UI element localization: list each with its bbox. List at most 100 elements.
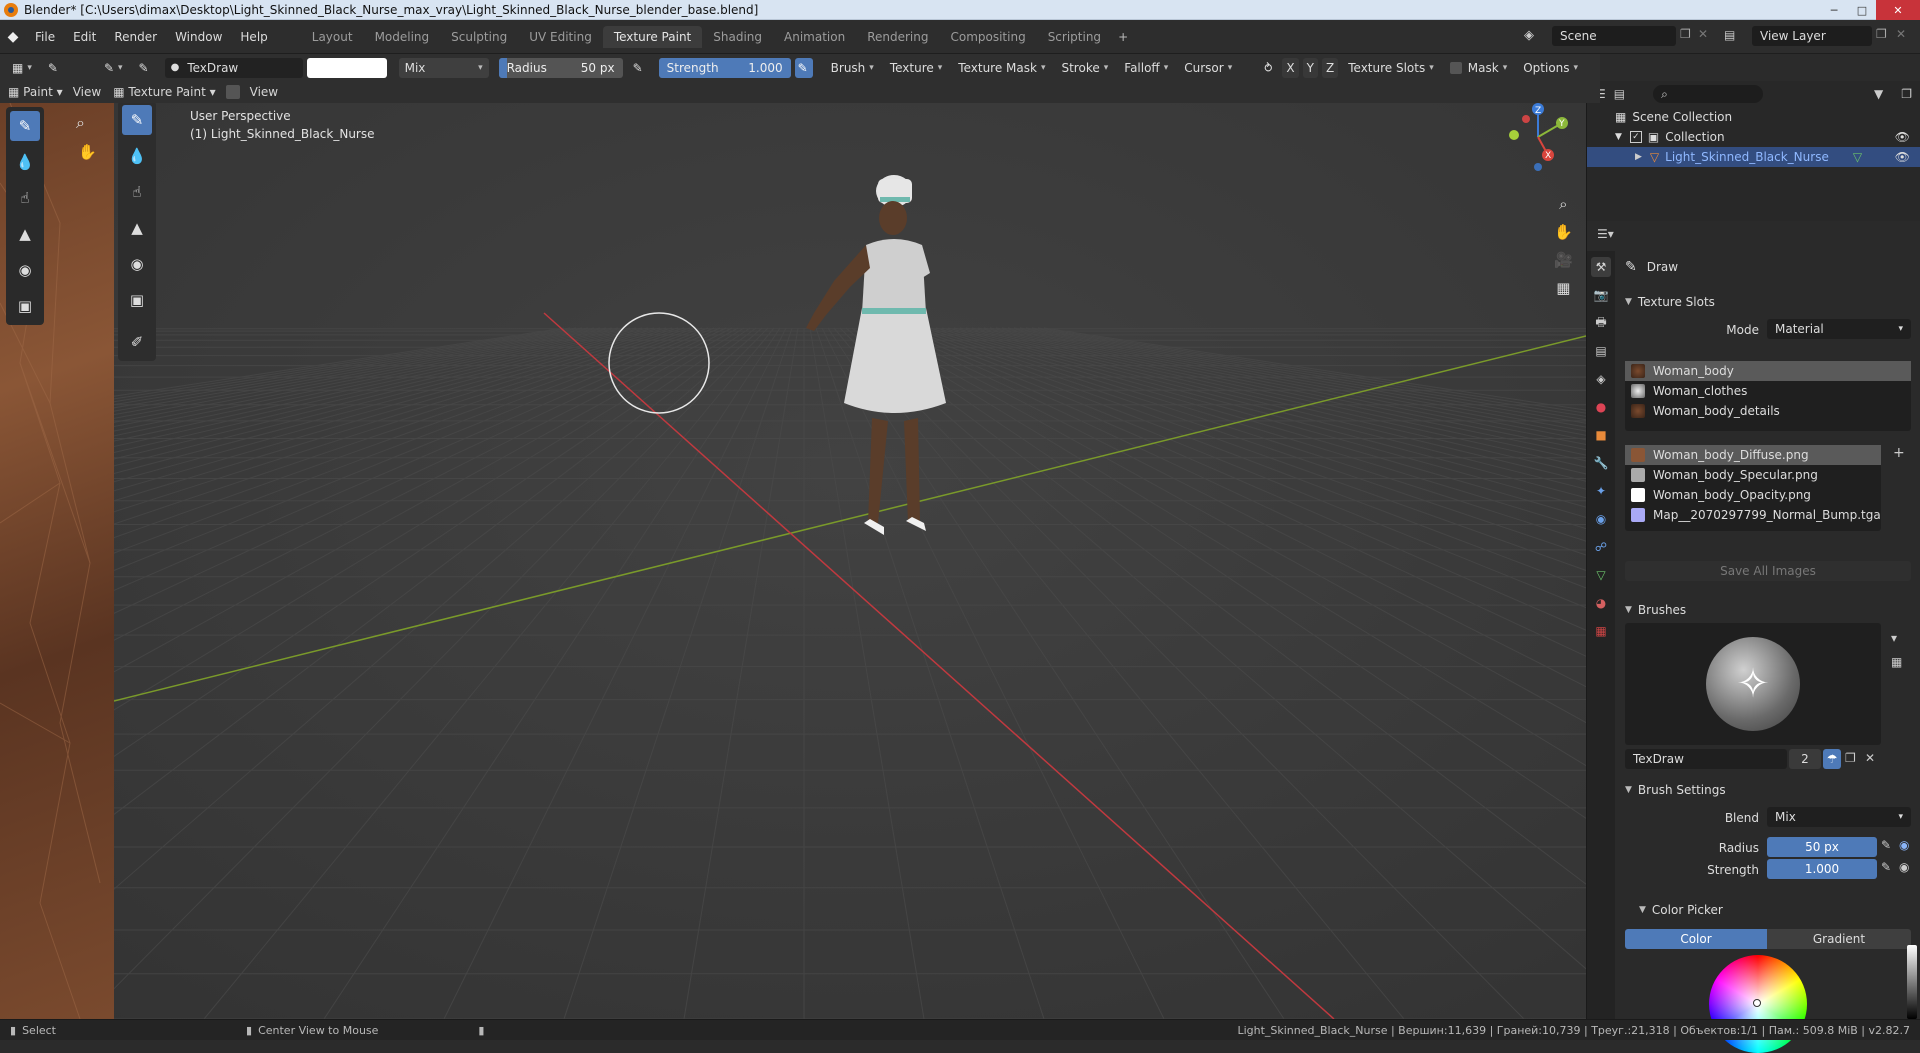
symmetry-x-toggle[interactable]: X [1282, 57, 1299, 78]
data-tab-icon[interactable]: ▽ [1591, 565, 1611, 585]
camera-icon[interactable]: 🎥 [1554, 251, 1573, 269]
value-slider[interactable] [1907, 945, 1917, 1019]
tab-texture-paint[interactable]: Texture Paint [602, 25, 703, 48]
add-image-slot-icon[interactable]: + [1893, 445, 1905, 461]
smear-tool-icon[interactable]: ☝ [122, 177, 152, 207]
radius-pressure-icon[interactable]: ✎ [1881, 838, 1891, 852]
scene-tab-icon[interactable]: ◈ [1591, 369, 1611, 389]
menu-render[interactable]: Render [105, 30, 166, 44]
outliner-collection[interactable]: ▼ ✓ ▣ Collection 👁 [1587, 127, 1920, 147]
menu-file[interactable]: File [26, 30, 64, 44]
symmetry-z-toggle[interactable]: Z [1322, 57, 1339, 78]
tab-modeling[interactable]: Modeling [364, 26, 441, 48]
brush-settings-panel-header[interactable]: ▼ Brush Settings [1617, 779, 1920, 801]
smear-tool-icon[interactable]: ☝ [10, 183, 40, 213]
menu-edit[interactable]: Edit [64, 30, 105, 44]
zoom-icon[interactable]: ⌕ [1559, 195, 1567, 213]
brush-users-count[interactable]: 2 [1789, 749, 1821, 769]
menu-stroke[interactable]: Stroke ▾ [1055, 58, 1114, 78]
menu-texture[interactable]: Texture ▾ [884, 58, 948, 78]
draw-tool-icon[interactable]: ✎ [10, 111, 40, 141]
strength-unified-icon[interactable]: ◉ [1899, 860, 1909, 874]
view-menu[interactable]: View [250, 85, 278, 99]
scene-icon[interactable]: ◈ [1524, 28, 1534, 43]
expand-arrow-icon[interactable]: ▼ [1615, 132, 1622, 142]
soften-tool-icon[interactable]: 💧 [122, 141, 152, 171]
brushes-panel-header[interactable]: ▼ Brushes [1617, 599, 1920, 621]
scene-selector[interactable]: Scene [1552, 26, 1676, 46]
texture-slots-panel-header[interactable]: ▼ Texture Slots [1617, 291, 1920, 313]
expand-arrow-icon[interactable]: ▶ [1635, 152, 1642, 162]
menu-brush[interactable]: Brush ▾ [825, 58, 880, 78]
outliner-object-row[interactable]: ▶ ▽ Light_Skinned_Black_Nurse ▽ 👁 [1587, 147, 1920, 167]
new-collection-icon[interactable]: ❐ [1901, 87, 1912, 101]
brush-icon[interactable]: ✎ [133, 58, 155, 78]
tool-tab-icon[interactable]: ⚒ [1591, 257, 1611, 277]
annotate-tool-icon[interactable]: ✐ [122, 327, 152, 357]
physics-tab-icon[interactable]: ◉ [1591, 509, 1611, 529]
soften-tool-icon[interactable]: 💧 [10, 147, 40, 177]
brush-image-icon[interactable]: ▦ [1891, 655, 1902, 669]
grid-icon[interactable]: ▦ [1556, 279, 1570, 297]
radius-unit-icon[interactable]: ◉ [1899, 838, 1909, 852]
draw-tool-icon[interactable]: ✎ [122, 105, 152, 135]
list-item[interactable]: Woman_body_Specular.png [1625, 465, 1881, 485]
collection-visibility-eye-icon[interactable]: 👁 [1895, 130, 1910, 144]
texture-tab-icon[interactable]: ▦ [1591, 621, 1611, 641]
fill-tool-icon[interactable]: ◉ [10, 255, 40, 285]
brush-tool-icon[interactable]: ✎ [42, 58, 64, 78]
maximize-button[interactable]: □ [1848, 0, 1876, 20]
particles-tab-icon[interactable]: ✦ [1591, 481, 1611, 501]
tab-rendering[interactable]: Rendering [856, 26, 939, 48]
pan-hand-icon[interactable]: ✋ [78, 143, 97, 161]
material-tab-icon[interactable]: ◕ [1591, 593, 1611, 613]
filter-icon[interactable]: ▼ [1874, 87, 1883, 101]
options-popover[interactable]: Options ▾ [1517, 58, 1584, 78]
fill-tool-icon[interactable]: ◉ [122, 249, 152, 279]
clone-tool-icon[interactable]: ▲ [122, 213, 152, 243]
3d-viewport[interactable]: ✎ 💧 ☝ ▲ ◉ ▣ ✐ User Perspective (1) Light… [114, 103, 1586, 1019]
outliner-scene-collection[interactable]: ▦ Scene Collection [1587, 107, 1920, 127]
delete-view-layer-icon[interactable]: ✕ [1896, 27, 1906, 41]
minimize-button[interactable]: ─ [1820, 0, 1848, 20]
mode-dropdown[interactable]: Material ▾ [1767, 319, 1911, 339]
save-all-images-button[interactable]: Save All Images [1625, 561, 1911, 581]
strength-pressure-icon[interactable]: ✎ [794, 57, 813, 78]
brush-preview-expand-icon[interactable]: ▾ [1891, 631, 1897, 645]
brush-color-swatch[interactable] [306, 57, 387, 78]
mask-toggle-icon[interactable] [225, 85, 240, 99]
color-wheel-cursor[interactable] [1753, 999, 1761, 1007]
tab-layout[interactable]: Layout [301, 26, 364, 48]
menu-cursor[interactable]: Cursor ▾ [1178, 58, 1238, 78]
delete-scene-icon[interactable]: ✕ [1698, 27, 1708, 41]
view-layer-tab-icon[interactable]: ▤ [1591, 341, 1611, 361]
strength-field[interactable]: 1.000 [1767, 859, 1877, 879]
symmetry-icon[interactable]: ⥁ [1258, 58, 1278, 78]
pan-hand-icon[interactable]: ✋ [1554, 223, 1573, 241]
new-brush-icon[interactable]: ❐ [1845, 751, 1856, 765]
tab-sculpting[interactable]: Sculpting [440, 26, 518, 48]
fake-user-shield-icon[interactable]: ☂ [1823, 749, 1841, 769]
tab-compositing[interactable]: Compositing [939, 26, 1036, 48]
list-item[interactable]: Map__2070297799_Normal_Bump.tga [1625, 505, 1881, 525]
radius-field[interactable]: 50 px [1767, 837, 1877, 857]
zoom-icon[interactable]: ⌕ [76, 113, 85, 133]
brush-name-field[interactable]: ● TexDraw [164, 57, 303, 78]
texture-paint-mode-dropdown[interactable]: ▦ Texture Paint ▾ [113, 85, 215, 99]
mask-tool-icon[interactable]: ▣ [122, 285, 152, 315]
brush-mode-icon[interactable]: ✎ ▾ [98, 58, 129, 78]
close-button[interactable]: ✕ [1876, 0, 1920, 20]
list-item[interactable]: Woman_body_Opacity.png [1625, 485, 1881, 505]
list-item[interactable]: Woman_body_details [1625, 401, 1911, 421]
list-item[interactable]: Woman_clothes [1625, 381, 1911, 401]
modifier-tab-icon[interactable]: 🔧 [1591, 453, 1611, 473]
color-picker-subpanel-header[interactable]: ▼ Color Picker [1617, 899, 1920, 921]
brush-name-field[interactable]: TexDraw [1625, 749, 1787, 769]
left-texture-editor[interactable]: ✎ 💧 ☝ ▲ ◉ ▣ ⌕ ✋ [0, 103, 114, 1019]
tab-uv-editing[interactable]: UV Editing [518, 26, 603, 48]
strength-slider[interactable]: Strength 1.000 [658, 57, 791, 78]
editor-type-button[interactable]: ▦ ▾ [6, 58, 38, 78]
object-visibility-eye-icon[interactable]: 👁 [1895, 150, 1910, 164]
left-view-menu[interactable]: View [73, 85, 101, 99]
properties-editor-icon[interactable]: ☰▾ [1597, 227, 1614, 241]
